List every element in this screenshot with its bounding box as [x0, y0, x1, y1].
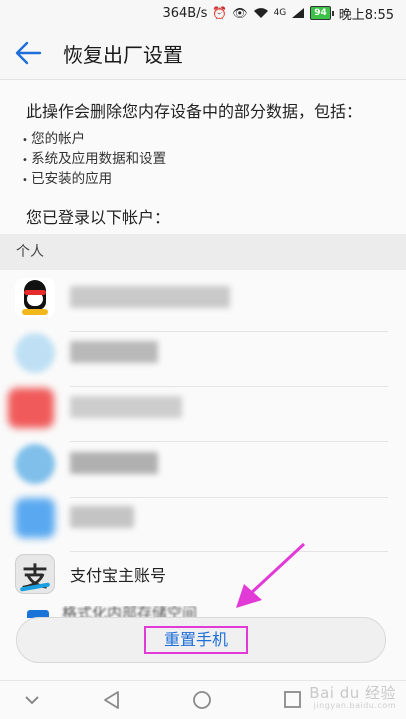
battery-level: 94: [310, 6, 331, 20]
account-name-blurred: [70, 506, 134, 528]
wifi-icon: [253, 8, 268, 18]
account-row-alipay[interactable]: 支 支付宝主账号: [0, 540, 406, 608]
signal-label: 4G: [273, 8, 287, 18]
recents-nav-icon[interactable]: [280, 689, 304, 711]
data-list-item: 您的帐户: [22, 130, 166, 150]
baidu-watermark: Bai du 经验 jingyan.baidu.com: [309, 682, 396, 710]
watermark-url: jingyan.baidu.com: [313, 701, 396, 710]
account-name: 支付宝主账号: [70, 566, 167, 585]
back-arrow-icon[interactable]: [14, 40, 42, 66]
blurred-app-icon: [15, 498, 55, 538]
reset-phone-button[interactable]: 重置手机: [16, 617, 386, 663]
alarm-icon: ⏰: [212, 6, 228, 20]
blurred-app-icon: [15, 444, 55, 484]
data-list-item: 系统及应用数据和设置: [22, 150, 166, 170]
qq-penguin-icon: [15, 278, 55, 318]
account-name-blurred: [70, 452, 158, 474]
warning-description: 此操作会删除您内存设备中的部分数据，包括：: [26, 102, 363, 121]
battery-icon: 94: [310, 6, 334, 20]
network-speed: 364B/s: [162, 5, 208, 21]
home-nav-icon[interactable]: [190, 689, 214, 711]
signal-icon: [292, 8, 305, 18]
status-bar: 364B/s ⏰ 👁 4G 94 晚上8:55: [0, 0, 406, 26]
annotation-arrow-icon: [236, 542, 306, 608]
blurred-app-icon: [15, 333, 55, 373]
hide-nav-icon[interactable]: [20, 689, 44, 711]
watermark-text: Bai du 经验: [309, 684, 396, 702]
blurred-app-icon: [8, 388, 54, 428]
account-name-blurred: [70, 341, 158, 363]
accounts-heading: 您已登录以下帐户：: [26, 208, 171, 227]
back-nav-icon[interactable]: [100, 689, 124, 711]
account-name-blurred: [70, 286, 230, 308]
page-title: 恢复出厂设置: [63, 43, 183, 67]
clock: 晚上8:55: [338, 7, 394, 23]
title-bar: 恢复出厂设置: [0, 26, 406, 80]
reset-phone-label: 重置手机: [144, 626, 248, 654]
alipay-icon: 支: [15, 554, 55, 594]
data-list-item: 已安装的应用: [22, 170, 166, 190]
account-name-blurred: [70, 396, 182, 418]
data-list: 您的帐户 系统及应用数据和设置 已安装的应用: [22, 130, 166, 190]
eye-icon: 👁: [232, 6, 248, 20]
